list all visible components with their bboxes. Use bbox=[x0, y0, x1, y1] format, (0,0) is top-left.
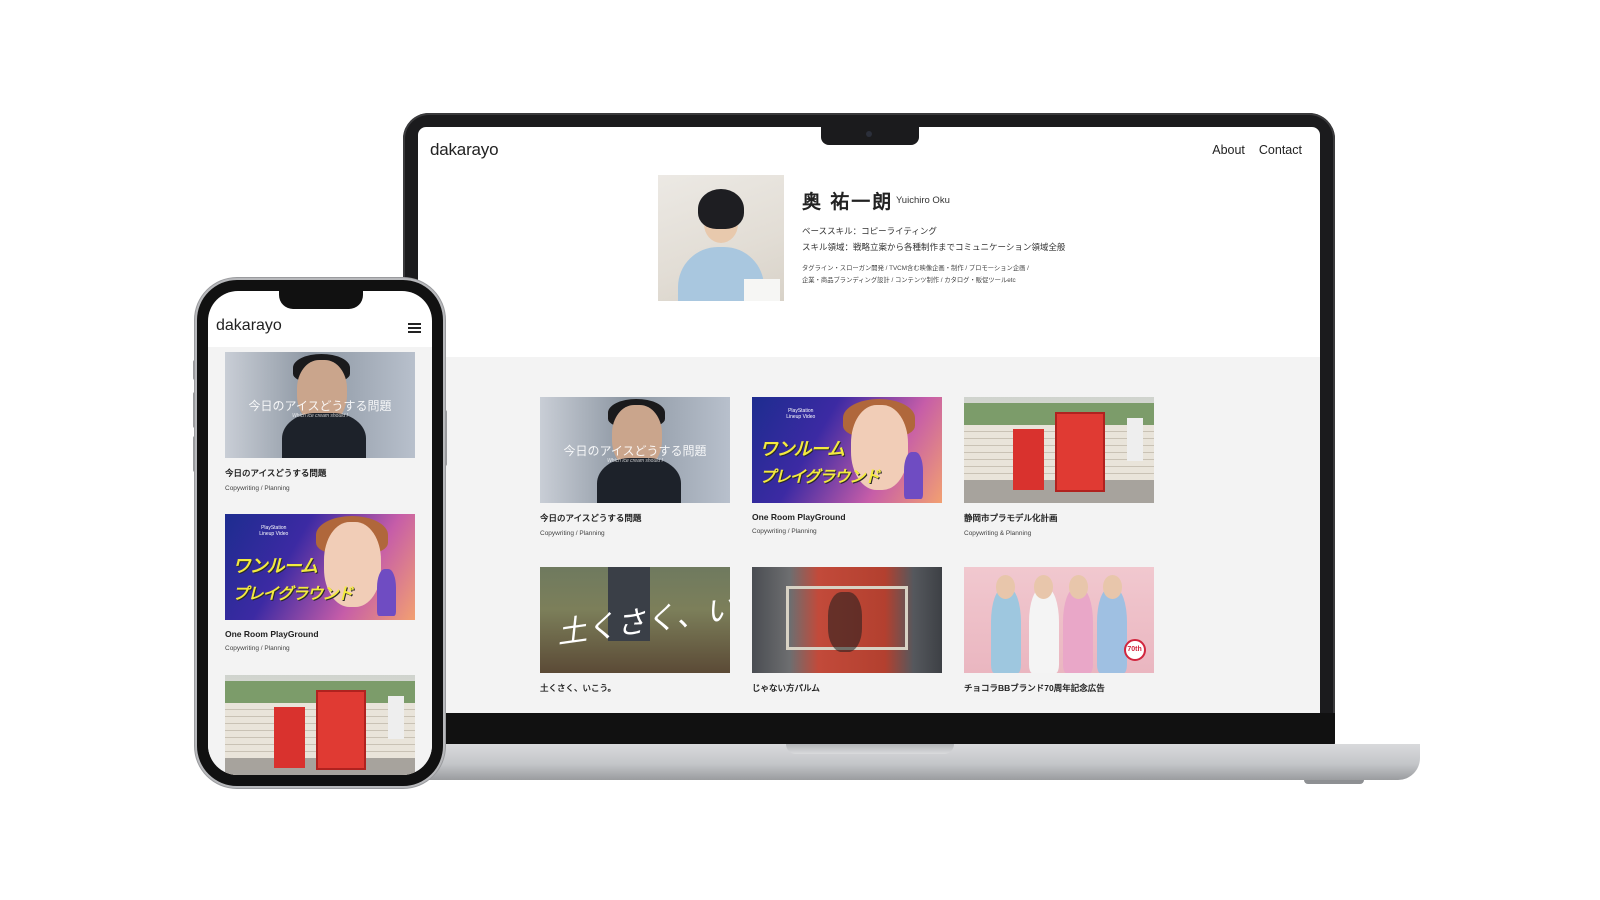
laptop-foot bbox=[1304, 780, 1364, 784]
work-thumbnail[interactable]: PlayStation Lineup Video ワンルーム プレイグラウンド bbox=[752, 397, 942, 503]
work-thumbnail[interactable]: 今日のアイスどうする問題 Which ice cream should I bbox=[225, 352, 415, 458]
laptop-base-groove bbox=[786, 744, 954, 754]
profile-details-line1: タグライン・スローガン開発 / TVCM含む映像企画・制作 / プロモーション企… bbox=[802, 265, 1029, 272]
works-grid: 今日のアイスどうする問題 Which ice cream should I 今日… bbox=[418, 357, 1320, 713]
work-card[interactable]: 土くさく、いこう。 土くさく、いこう。 bbox=[540, 567, 730, 694]
work-thumbnail[interactable] bbox=[225, 675, 415, 775]
thumb-caption: 今日のアイスどうする問題 bbox=[248, 398, 392, 413]
site-nav: About Contact bbox=[1212, 143, 1302, 157]
work-thumbnail[interactable] bbox=[964, 397, 1154, 503]
work-title[interactable]: 今日のアイスどうする問題 bbox=[540, 512, 730, 524]
phone-site-logo[interactable]: dakarayo bbox=[216, 317, 282, 335]
camera-icon bbox=[866, 131, 872, 137]
thumb-subcaption: Which ice cream should I bbox=[607, 458, 663, 465]
phone-notch bbox=[279, 291, 363, 309]
work-tags: Copywriting / Planning bbox=[225, 485, 290, 492]
work-title[interactable]: チョコラBBブランド70周年記念広告 bbox=[964, 682, 1154, 694]
thumb-caption: 今日のアイスどうする問題 bbox=[563, 443, 707, 458]
work-tags: Copywriting / Planning bbox=[540, 530, 605, 537]
work-title[interactable]: 土くさく、いこう。 bbox=[540, 682, 730, 694]
work-card[interactable]: PlayStation Lineup Video ワンルーム プレイグラウンド … bbox=[752, 397, 942, 535]
thumb-small-text: PlayStation Lineup Video bbox=[259, 524, 289, 538]
profile-photo bbox=[658, 175, 784, 301]
work-title[interactable]: 静岡市プラモデル化計画 bbox=[964, 512, 1154, 524]
work-thumbnail[interactable]: 70th bbox=[964, 567, 1154, 673]
work-thumbnail[interactable]: PlayStation Lineup Video ワンルーム プレイグラウンド bbox=[225, 514, 415, 620]
work-card[interactable]: PlayStation Lineup Video ワンルーム プレイグラウンド … bbox=[225, 514, 415, 652]
phone-works-list: 今日のアイスどうする問題 Which ice cream should I 今日… bbox=[208, 347, 432, 775]
work-title[interactable]: One Room PlayGround bbox=[225, 629, 415, 639]
work-title[interactable]: じゃない方パルム bbox=[752, 682, 942, 694]
work-thumbnail[interactable]: 土くさく、いこう。 bbox=[540, 567, 730, 673]
work-card[interactable]: 70th チョコラBBブランド70周年記念広告 bbox=[964, 567, 1154, 694]
profile-skill-area: スキル領域：戦略立案から各種制作までコミュニケーション領域全般 bbox=[802, 242, 1066, 252]
work-tags: Copywriting / Planning bbox=[752, 528, 817, 535]
thumb-logo-line1: ワンルーム bbox=[759, 439, 845, 460]
site-logo[interactable]: dakarayo bbox=[430, 140, 499, 160]
profile-name-en: Yuichiro Oku bbox=[896, 195, 950, 206]
work-thumbnail[interactable] bbox=[752, 567, 942, 673]
work-title[interactable]: One Room PlayGround bbox=[752, 512, 942, 522]
nav-contact-link[interactable]: Contact bbox=[1259, 143, 1302, 157]
thumb-logo-line2: プレイグラウンド bbox=[232, 585, 354, 603]
work-card[interactable]: 静岡市プラモデル化計画 Copywriting & Planning bbox=[964, 397, 1154, 537]
phone-power-button bbox=[443, 410, 447, 466]
work-card[interactable]: じゃない方パルム bbox=[752, 567, 942, 694]
phone-screen: dakarayo 今日のアイスどうする問題 Which ice cream sh… bbox=[208, 291, 432, 775]
work-card[interactable]: 今日のアイスどうする問題 Which ice cream should I 今日… bbox=[540, 397, 730, 537]
nav-about-link[interactable]: About bbox=[1212, 143, 1245, 157]
laptop-screen: dakarayo About Contact 奥 祐一朗 Yuichiro Ok… bbox=[418, 127, 1320, 713]
work-tags: Copywriting & Planning bbox=[964, 530, 1032, 537]
thumb-small-text: PlayStation Lineup Video bbox=[786, 407, 816, 421]
profile-base-skill: ベーススキル：コピーライティング bbox=[802, 226, 937, 236]
thumb-logo-line2: プレイグラウンド bbox=[759, 468, 881, 486]
work-card[interactable] bbox=[225, 675, 415, 775]
anniversary-badge: 70th bbox=[1123, 639, 1146, 662]
work-thumbnail[interactable]: 今日のアイスどうする問題 Which ice cream should I bbox=[540, 397, 730, 503]
laptop-bezel bbox=[403, 713, 1335, 745]
profile-details-line2: 企業・商品ブランディング設計 / コンテンツ制作 / カタログ・販促ツールetc bbox=[802, 277, 1016, 284]
profile-name-jp: 奥 祐一朗 bbox=[802, 192, 894, 213]
work-card[interactable]: 今日のアイスどうする問題 Which ice cream should I 今日… bbox=[225, 352, 415, 492]
hamburger-menu-icon[interactable] bbox=[408, 323, 421, 333]
thumb-subcaption: Which ice cream should I bbox=[292, 413, 348, 420]
work-tags: Copywriting / Planning bbox=[225, 645, 290, 652]
work-title[interactable]: 今日のアイスどうする問題 bbox=[225, 467, 415, 479]
thumb-logo-line1: ワンルーム bbox=[232, 556, 318, 577]
